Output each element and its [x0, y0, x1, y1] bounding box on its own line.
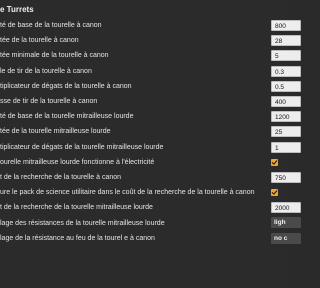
setting-row: lage des résistances de la tourelle mitr…: [0, 215, 301, 231]
setting-label: ure le pack de science utilitaire dans l…: [0, 189, 255, 197]
setting-label-wrap: tiplicateur de dégats de la tourelle mit…: [0, 140, 288, 155]
checkmark-icon: [271, 159, 278, 165]
setting-label-wrap: tiplicateur de dégats de la tourelle à c…: [0, 79, 288, 94]
checkmark-icon: [271, 190, 278, 195]
setting-row: tiplicateur de dégats de la tourelle à c…: [0, 79, 301, 94]
settings-list: té de base de la tourelle à canon 800 tée …: [0, 18, 301, 246]
setting-row: tée de la tourelle mitrailleuse lourde 25: [0, 124, 301, 139]
setting-label-wrap: le de tir de la tourelle à canoni: [0, 64, 288, 79]
value-input[interactable]: 1: [271, 141, 301, 153]
setting-row: t de la recherche de la tourelle à canon…: [0, 170, 301, 185]
setting-label-wrap: tée de la tourelle mitrailleuse lourde: [0, 124, 288, 139]
setting-label: t de la recherche de la tourelle à canon: [0, 173, 122, 181]
setting-label: lage de la résistance au feu de la toure…: [0, 234, 155, 242]
setting-label-wrap: sse de tir de la tourelle à canoni: [0, 94, 288, 109]
setting-label-wrap: lage de la résistance au feu de la toure…: [0, 231, 288, 246]
setting-label: tiplicateur de dégats de la tourelle mit…: [0, 143, 164, 151]
setting-row: tée minimale de la tourelle à canon 5: [0, 48, 301, 63]
value-input[interactable]: 5: [271, 50, 301, 62]
setting-row: le de tir de la tourelle à canoni0.3: [0, 64, 301, 79]
setting-row: ourelle mitrailleuse lourde fonctionne à…: [0, 155, 288, 170]
setting-row: tée de la tourelle à canon 28: [0, 33, 301, 48]
setting-row: t de la recherche de la tourelle mitrail…: [0, 200, 301, 215]
setting-label-wrap: tée de la tourelle à canon: [0, 33, 288, 48]
setting-label: tée de la tourelle à canon: [0, 37, 79, 45]
setting-row: tiplicateur de dégats de la tourelle mit…: [0, 140, 301, 155]
section-title: e Turrets: [0, 5, 34, 14]
setting-row: ure le pack de science utilitaire dans l…: [0, 185, 288, 200]
setting-checkbox[interactable]: [271, 158, 278, 166]
setting-label: t de la recherche de la tourelle mitrail…: [0, 204, 153, 212]
setting-dropdown[interactable]: no c: [271, 232, 301, 244]
setting-label: sse de tir de la tourelle à canon: [0, 98, 98, 106]
setting-label-wrap: t de la recherche de la tourelle mitrail…: [0, 200, 288, 215]
value-input[interactable]: 25: [271, 126, 301, 138]
value-input[interactable]: 750: [271, 171, 301, 183]
setting-label-wrap: ourelle mitrailleuse lourde fonctionne à…: [0, 155, 288, 170]
setting-label-wrap: té de base de la tourelle mitrailleuse l…: [0, 109, 288, 124]
setting-label-wrap: ure le pack de science utilitaire dans l…: [0, 185, 288, 200]
setting-label: té de base de la tourelle mitrailleuse l…: [0, 113, 134, 121]
setting-label: tiplicateur de dégats de la tourelle à c…: [0, 82, 132, 90]
setting-row: sse de tir de la tourelle à canoni400: [0, 94, 301, 109]
setting-row: té de base de la tourelle mitrailleuse l…: [0, 109, 301, 124]
setting-row: lage de la résistance au feu de la toure…: [0, 231, 301, 246]
settings-panel: e Turrets té de base de la tourelle à ca…: [0, 0, 301, 288]
setting-label: té de base de la tourelle à canon: [0, 22, 102, 30]
setting-label: tée minimale de la tourelle à canon: [0, 52, 109, 60]
setting-label: le de tir de la tourelle à canon: [0, 67, 92, 75]
value-input[interactable]: 2000: [271, 202, 301, 214]
value-input[interactable]: 28: [271, 35, 301, 47]
setting-row: té de base de la tourelle à canon 800: [0, 18, 301, 33]
value-input[interactable]: 1200: [271, 111, 301, 123]
setting-label: lage des résistances de la tourelle mitr…: [0, 219, 165, 227]
setting-label-wrap: té de base de la tourelle à canon: [0, 18, 288, 33]
value-input[interactable]: 0.5: [271, 80, 301, 92]
setting-dropdown[interactable]: ligh: [271, 217, 301, 229]
setting-label-wrap: t de la recherche de la tourelle à canon: [0, 170, 288, 185]
value-input[interactable]: 400: [271, 95, 301, 107]
setting-label-wrap: tée minimale de la tourelle à canon: [0, 48, 288, 63]
setting-label: ourelle mitrailleuse lourde fonctionne à…: [0, 158, 155, 166]
setting-label-wrap: lage des résistances de la tourelle mitr…: [0, 216, 288, 231]
value-input[interactable]: 0.3: [271, 65, 301, 77]
setting-label: tée de la tourelle mitrailleuse lourde: [0, 128, 111, 136]
setting-checkbox[interactable]: [271, 189, 278, 197]
value-input[interactable]: 800: [271, 20, 301, 31]
